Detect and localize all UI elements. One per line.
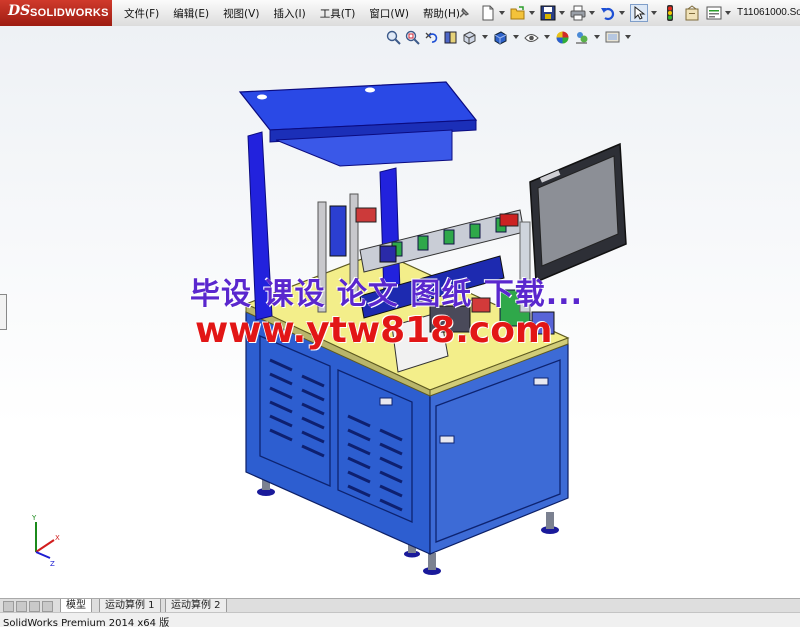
menu-tools[interactable]: 工具(T) [320, 6, 356, 21]
undo-icon[interactable] [600, 5, 616, 21]
solidworks-logo-text: SOLIDWORKS [30, 7, 109, 19]
svg-text:Y: Y [31, 514, 37, 522]
document-tab-bar: 模型 运动算例 1 运动算例 2 [0, 598, 800, 613]
menu-view[interactable]: 视图(V) [223, 6, 259, 21]
open-folder-icon[interactable] [510, 5, 526, 21]
menu-insert[interactable]: 插入(I) [273, 6, 305, 21]
watermark-url: www.ytw818.com [195, 310, 553, 351]
menu-window[interactable]: 窗口(W) [369, 6, 409, 21]
save-icon[interactable] [540, 5, 556, 21]
select-arrow-icon[interactable] [630, 4, 648, 22]
options-dropdown-icon[interactable] [725, 11, 731, 15]
tab-motion-study-2[interactable]: 运动算例 2 [165, 599, 227, 613]
graphics-area[interactable]: Y X Z 毕设 课设 论文 图纸 下载... www.ytw818.com [0, 26, 800, 598]
title-bar: DS SOLIDWORKS 文件(F) 编辑(E) 视图(V) 插入(I) 工具… [0, 0, 800, 27]
file-properties-icon[interactable] [684, 5, 700, 21]
svg-text:Z: Z [50, 560, 55, 568]
axis-triad: Y X Z [31, 514, 60, 568]
ds-logo-mark: DS [8, 3, 31, 19]
tab-model[interactable]: 模型 [60, 599, 92, 613]
select-dropdown-icon[interactable] [651, 11, 657, 15]
watermark-text-line1: 毕设 课设 论文 图纸 下载... [190, 277, 583, 312]
open-dropdown-icon[interactable] [529, 11, 535, 15]
print-dropdown-icon[interactable] [589, 11, 595, 15]
tab-next-icon[interactable] [29, 601, 40, 612]
tab-motion-study-1[interactable]: 运动算例 1 [99, 599, 161, 613]
save-dropdown-icon[interactable] [559, 11, 565, 15]
new-document-icon[interactable] [480, 5, 496, 21]
tab-previous-icon[interactable] [16, 601, 27, 612]
new-dropdown-icon[interactable] [499, 11, 505, 15]
undo-dropdown-icon[interactable] [619, 11, 625, 15]
menu-edit[interactable]: 编辑(E) [173, 6, 209, 21]
menu-help[interactable]: 帮助(H) [423, 6, 460, 21]
options-icon[interactable] [706, 5, 722, 21]
tab-first-icon[interactable] [3, 601, 14, 612]
menu-bar: 文件(F) 编辑(E) 视图(V) 插入(I) 工具(T) 窗口(W) 帮助(H… [124, 0, 474, 26]
rebuild-traffic-light-icon[interactable] [662, 5, 678, 21]
document-title: T11061000.So [737, 7, 800, 18]
menu-file[interactable]: 文件(F) [124, 6, 159, 21]
status-text: SolidWorks Premium 2014 x64 版 [3, 618, 170, 629]
pin-icon[interactable] [456, 5, 472, 21]
solidworks-logo[interactable]: DS SOLIDWORKS [0, 0, 112, 26]
tab-last-icon[interactable] [42, 601, 53, 612]
standard-toolbar [456, 4, 736, 22]
svg-text:X: X [55, 534, 60, 542]
print-icon[interactable] [570, 5, 586, 21]
status-bar: SolidWorks Premium 2014 x64 版 [0, 612, 800, 629]
